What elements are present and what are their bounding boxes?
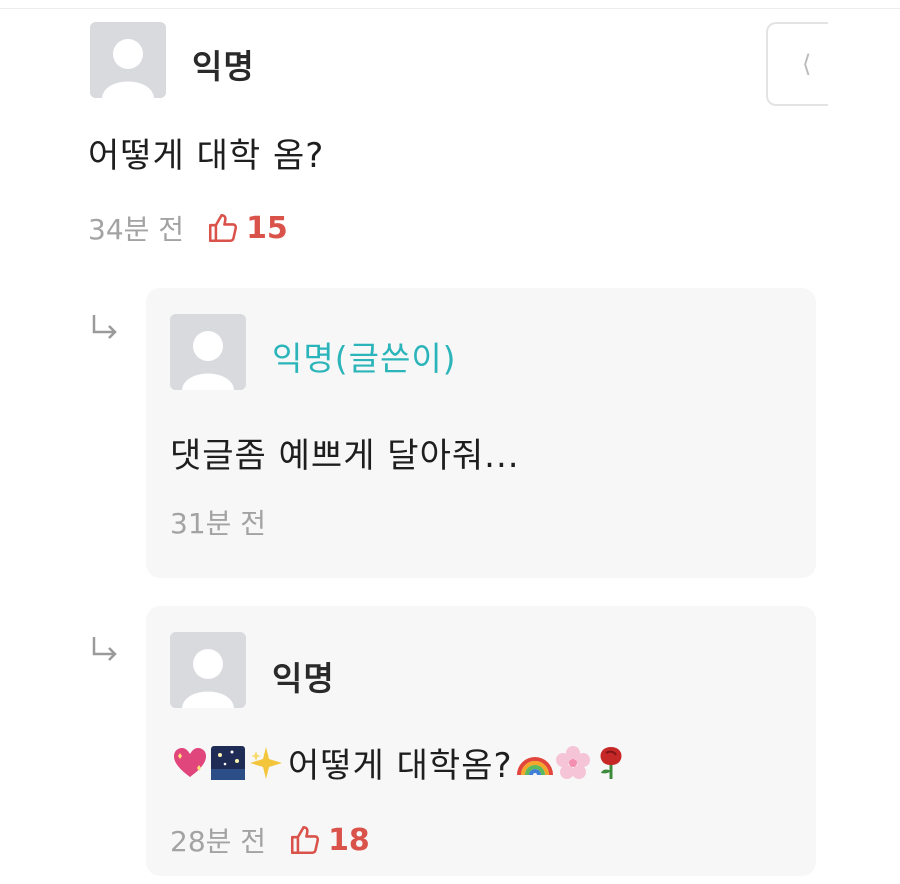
reply-time: 28분 전 bbox=[170, 825, 267, 858]
comment-meta: 34분 전 15 bbox=[88, 208, 288, 248]
like-count: 18 bbox=[328, 822, 370, 858]
comment-time: 34분 전 bbox=[88, 213, 185, 246]
default-avatar-icon bbox=[170, 314, 246, 390]
reply-card: 익명 어떻게 대학옴? 28분 전 18 bbox=[146, 606, 816, 876]
rainbow-icon bbox=[516, 756, 553, 775]
reply-author-op[interactable]: 익명(글쓴이) bbox=[272, 332, 457, 380]
reply-author[interactable]: 익명 bbox=[272, 652, 335, 700]
comment-text: 어떻게 대학 옴? bbox=[88, 136, 325, 176]
more-options-icon: ⟨ bbox=[802, 50, 812, 78]
cherry-blossom-icon bbox=[555, 745, 590, 779]
top-divider bbox=[0, 8, 900, 9]
thumbs-up-icon bbox=[209, 213, 238, 243]
sparkling-heart-icon bbox=[174, 747, 206, 777]
reply-text-row: 어떻게 대학옴? bbox=[172, 738, 631, 787]
avatar[interactable] bbox=[90, 22, 166, 98]
reply-card: 익명(글쓴이) 댓글좀 예쁘게 달아줘... 31분 전 bbox=[146, 288, 816, 578]
reply-arrow-icon bbox=[90, 312, 120, 342]
default-avatar-icon bbox=[90, 22, 166, 98]
sparkle-star-icon bbox=[250, 746, 282, 779]
reply-arrow-icon bbox=[90, 634, 120, 664]
like-count: 15 bbox=[246, 210, 288, 246]
like-button[interactable]: 18 bbox=[288, 823, 370, 858]
reply-meta: 28분 전 18 bbox=[170, 820, 370, 860]
reply-text: 댓글좀 예쁘게 달아줘... bbox=[170, 436, 520, 476]
default-avatar-icon bbox=[170, 632, 246, 708]
avatar[interactable] bbox=[170, 632, 246, 708]
more-options-button[interactable]: ⟨ bbox=[766, 22, 828, 106]
reply-meta: 31분 전 bbox=[170, 502, 266, 542]
comment-author[interactable]: 익명 bbox=[192, 40, 255, 88]
rose-icon bbox=[600, 746, 622, 779]
avatar[interactable] bbox=[170, 314, 246, 390]
like-button[interactable]: 15 bbox=[206, 211, 288, 246]
reply-time: 31분 전 bbox=[170, 507, 267, 540]
night-sky-icon bbox=[211, 745, 245, 780]
reply-text: 어떻게 대학옴? bbox=[288, 746, 513, 786]
thumbs-up-icon bbox=[291, 825, 320, 855]
